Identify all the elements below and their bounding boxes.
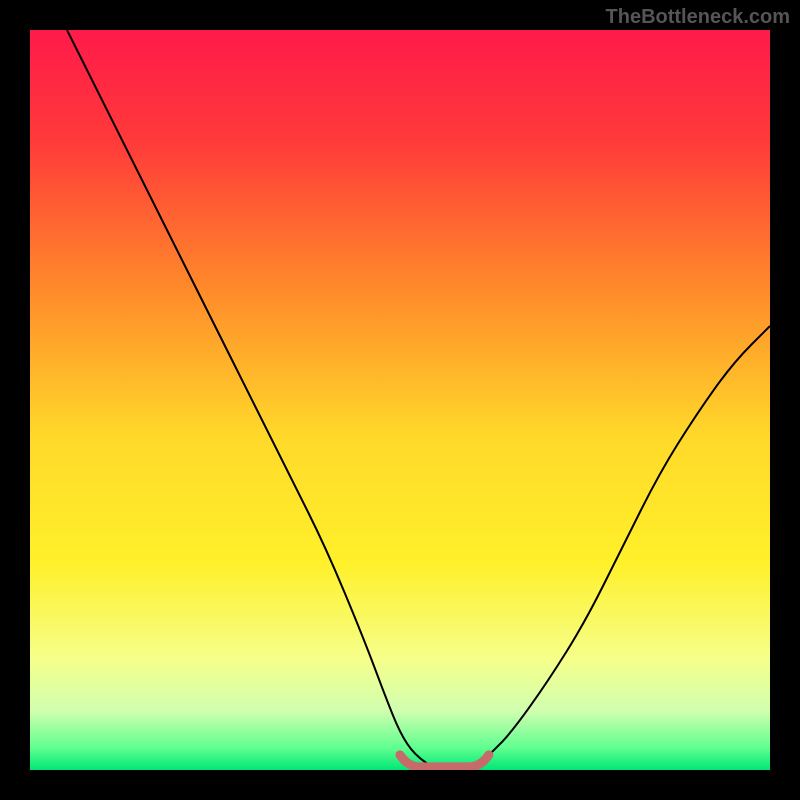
chart-container: TheBottleneck.com (0, 0, 800, 800)
gradient-background (30, 30, 770, 770)
chart-svg (30, 30, 770, 770)
watermark-text: TheBottleneck.com (606, 6, 790, 29)
plot-area (30, 30, 770, 770)
